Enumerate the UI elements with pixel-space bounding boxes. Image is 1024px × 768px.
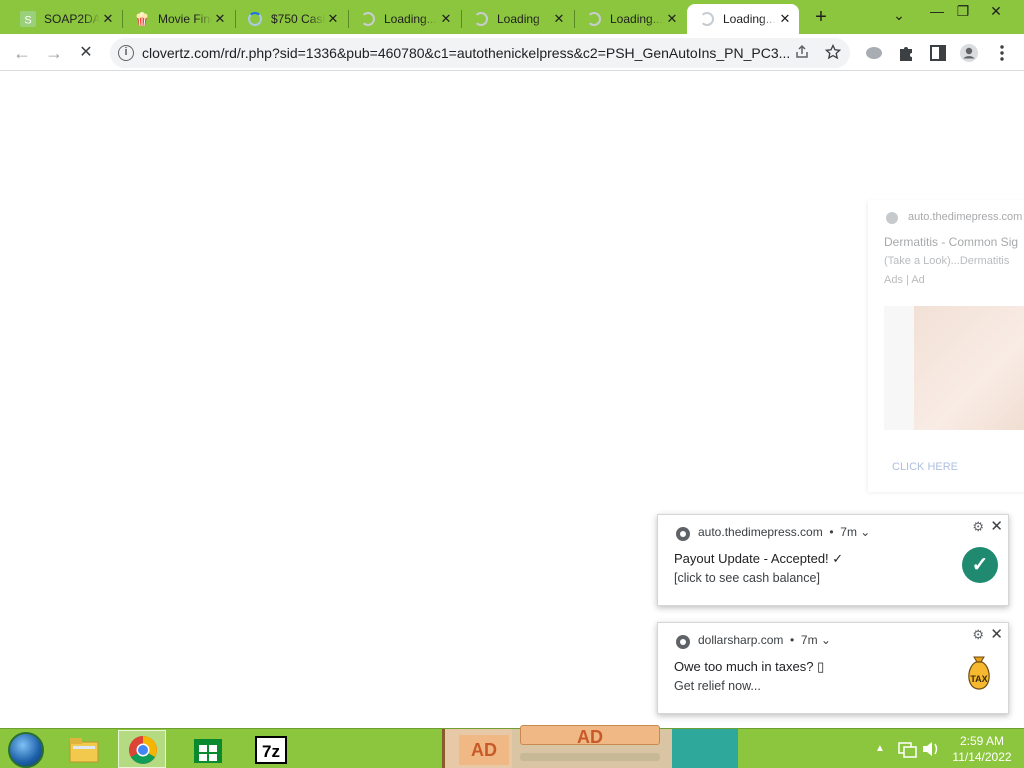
start-button[interactable] [8,732,44,768]
checkmark-icon: ✓ [962,547,998,583]
ad-image[interactable] [884,306,1024,430]
minimize-button[interactable]: — [926,2,948,22]
toolbar: ← → ✕ i clovertz.com/rd/r.php?sid=1336&p… [0,34,1024,71]
tab-close-icon[interactable]: ✕ [664,11,680,27]
taskbar-ad-right[interactable]: AD [512,725,672,768]
svg-text:S: S [24,15,31,27]
bookmark-star-icon[interactable] [824,43,842,62]
profile-avatar-icon[interactable] [959,43,979,63]
svg-text:TAX: TAX [970,674,987,684]
tab-close-icon[interactable]: ✕ [777,11,793,27]
window-close-button[interactable]: ✕ [984,2,1008,22]
tab-loading-2[interactable]: Loading ✕ [461,4,573,34]
notification-origin: dollarsharp.com • 7m ⌄ [698,633,831,647]
restore-button[interactable]: ❐ [952,2,974,22]
info-icon[interactable]: i [118,45,134,61]
more-menu-icon[interactable] [992,43,1012,63]
tab-soap2day[interactable]: S SOAP2DAY ✕ [8,4,122,34]
tab-title: Loading... [610,12,663,26]
tab-title: $750 Cash [271,12,325,26]
notification-title: Owe too much in taxes? ▯ [674,659,825,674]
7zip-icon[interactable]: 7z [246,730,294,768]
browser-window: S SOAP2DAY ✕ Movie Finder ✕ $750 Cash ✕ … [0,0,1024,768]
loading-spinner-icon [360,11,376,27]
clock-date: 11/14/2022 [952,750,1012,764]
store-icon[interactable] [184,730,232,768]
share-icon[interactable] [793,44,811,62]
new-tab-button[interactable]: + [808,6,834,30]
loading-spinner-icon [586,11,602,27]
tax-bag-icon: TAX [964,653,994,691]
ad-source: auto.thedimepress.com [886,211,1022,224]
address-bar[interactable]: i clovertz.com/rd/r.php?sid=1336&pub=460… [110,38,850,68]
tab-750-cash[interactable]: $750 Cash ✕ [235,4,347,34]
side-panel-icon[interactable] [928,43,948,63]
stop-button[interactable]: ✕ [74,41,98,65]
chrome-icon [676,635,690,649]
tab-loading-1[interactable]: Loading... ✕ [348,4,460,34]
tab-strip: S SOAP2DAY ✕ Movie Finder ✕ $750 Cash ✕ … [0,0,1024,34]
taskbar-teal-block [672,729,738,768]
tab-close-icon[interactable]: ✕ [438,11,454,27]
loading-spinner-icon [247,11,263,27]
notification-taxes[interactable]: dollarsharp.com • 7m ⌄ ⚙ ✕ Owe too much … [657,622,1009,714]
tab-close-icon[interactable]: ✕ [100,11,116,27]
ad-subline: (Take a Look)...Dermatitis [884,255,1010,267]
tray-overflow-icon[interactable]: ▲ [872,730,888,768]
popcorn-icon [134,11,150,27]
settings-gear-icon[interactable]: ⚙ [972,519,984,535]
close-icon[interactable]: ✕ [990,625,1003,643]
tab-movie-finder[interactable]: Movie Finder ✕ [122,4,234,34]
url-text[interactable]: clovertz.com/rd/r.php?sid=1336&pub=46078… [142,45,792,61]
taskbar-ad-left[interactable]: AD [442,729,512,768]
s-letter-icon: S [20,11,36,27]
close-icon[interactable]: ✕ [990,517,1003,535]
tab-title: Loading [497,12,540,26]
chrome-icon [676,527,690,541]
loading-spinner-icon [699,11,715,27]
ad-label: Ads | Ad [884,274,925,286]
extensions-puzzle-icon[interactable] [896,43,916,63]
tab-close-icon[interactable]: ✕ [212,11,228,27]
tab-title: SOAP2DAY [44,12,100,26]
settings-gear-icon[interactable]: ⚙ [972,627,984,643]
chrome-taskbar-icon[interactable] [118,730,166,768]
tab-close-icon[interactable]: ✕ [551,11,567,27]
volume-icon[interactable] [920,730,942,768]
notification-body: [click to see cash balance] [674,571,820,585]
extension-blob-icon[interactable] [864,43,884,63]
notification-title: Payout Update - Accepted! ✓ [674,551,844,566]
site-icon [886,212,898,224]
notification-payout[interactable]: auto.thedimepress.com • 7m ⌄ ⚙ ✕ Payout … [657,514,1009,606]
back-button[interactable]: ← [10,41,34,65]
network-icon[interactable] [896,730,918,768]
tab-search-button[interactable]: ⌄ [890,6,908,26]
loading-spinner-icon [473,11,489,27]
tab-title: Loading... [723,12,776,26]
notification-body: Get relief now... [674,679,761,693]
tab-close-icon[interactable]: ✕ [325,11,341,27]
forward-button[interactable]: → [42,41,66,65]
clock-time: 2:59 AM [959,734,1005,748]
clock[interactable]: 2:59 AM 11/14/2022 [944,733,1020,765]
notification-origin: auto.thedimepress.com • 7m ⌄ [698,525,871,539]
ad-cta-link[interactable]: CLICK HERE [892,461,958,473]
file-explorer-icon[interactable] [60,730,108,768]
taskbar: 7z AD AD ▲ 2:59 AM 11/14/2022 [0,725,1024,768]
ad-panel[interactable]: auto.thedimepress.com Dermatitis - Commo… [868,200,1024,492]
tab-title: Loading... [384,12,437,26]
svg-text:7z: 7z [262,742,280,761]
tab-title: Movie Finder [158,12,212,26]
tab-loading-active[interactable]: Loading... ✕ [687,4,799,34]
tab-loading-3[interactable]: Loading... ✕ [574,4,686,34]
ad-headline[interactable]: Dermatitis - Common Sig [884,235,1018,249]
